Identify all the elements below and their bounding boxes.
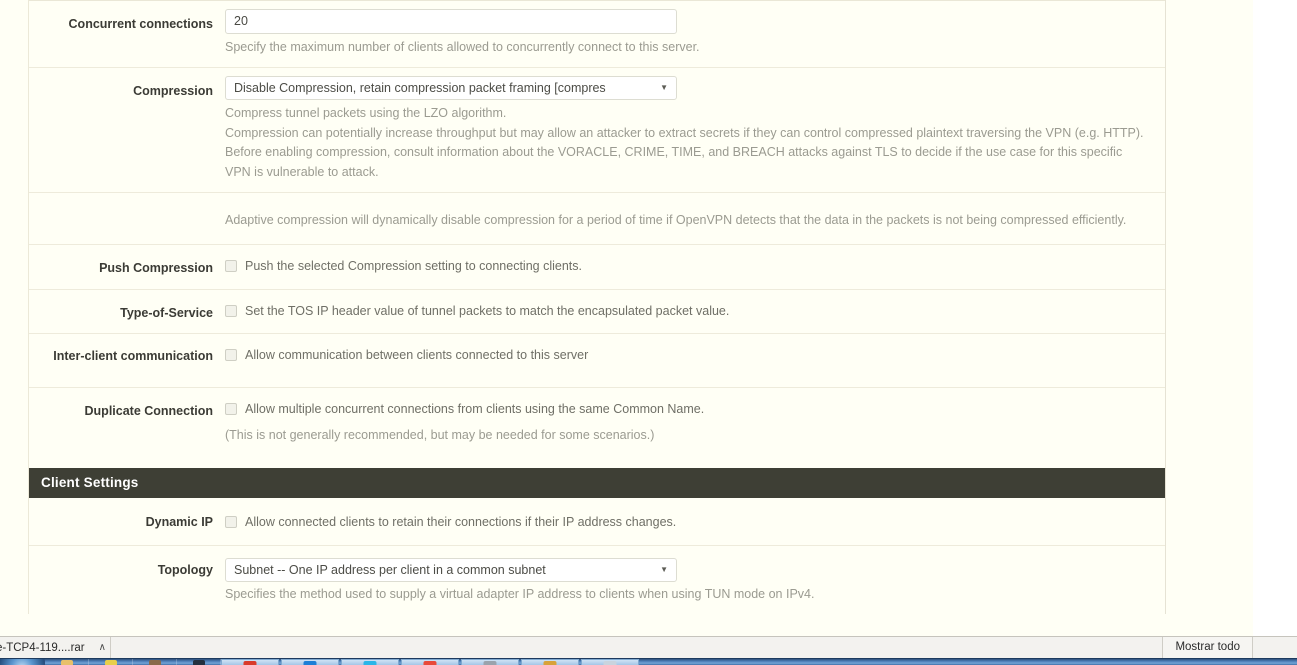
duplicate-connection-checkbox[interactable] [225,402,237,415]
form-row-adaptive-compression-note: Adaptive compression will dynamically di… [29,192,1165,246]
label-concurrent-connections: Concurrent connections [68,17,213,31]
checkline-inter-client-communication: Allow communication between clients conn… [225,342,1165,365]
compression-select-value: Disable Compression, retain compression … [234,81,606,96]
taskbar-button-app-10[interactable] [521,659,579,665]
form-row-push-compression: Push Compression Push the selected Compr… [29,245,1165,290]
form-row-duplicate-connection: Duplicate Connection Allow multiple conc… [29,387,1165,461]
label-dynamic-ip: Dynamic IP [145,514,213,529]
help-topology: Specifies the method used to supply a vi… [225,586,815,601]
control-topology: Subnet -- One IP address per client in a… [225,546,1165,614]
chevron-up-icon[interactable]: ∧ [99,642,106,653]
checkline-push-compression: Push the selected Compression setting to… [225,253,1165,276]
section-header-client-settings: Client Settings [29,467,1165,498]
download-bar: e-TCP4-119....rar ∧ Mostrar todo [0,636,1297,658]
taskbar-button-app-11[interactable] [581,659,639,665]
label-topology: Topology [157,562,213,577]
label-adaptive-compression-note [29,193,225,217]
start-button[interactable] [0,659,45,665]
control-compression: Disable Compression, retain compression … [225,68,1165,192]
compression-select[interactable]: Disable Compression, retain compression … [225,76,677,101]
form-row-dynamic-ip: Dynamic IP Allow connected clients to re… [29,497,1165,546]
control-duplicate-connection: Allow multiple concurrent connections fr… [225,388,1165,461]
taskbar-icon-app-4[interactable] [177,659,221,665]
taskbar-button-app-9[interactable] [461,659,519,665]
form-row-topology: Topology Subnet -- One IP address per cl… [29,545,1165,614]
topology-select-value: Subnet -- One IP address per client in a… [234,562,546,577]
form-row-inter-client-communication: Inter-client communication Allow communi… [29,334,1165,388]
push-compression-checkbox-label: Push the selected Compression setting to… [245,259,582,274]
client-settings-section-wrap: Client Settings [29,460,1165,498]
download-item[interactable]: e-TCP4-119....rar ∧ [0,637,111,658]
page-right-gutter [1253,0,1297,636]
type-of-service-checkbox[interactable] [225,304,237,317]
control-inter-client-communication: Allow communication between clients conn… [225,334,1165,387]
windows-taskbar [0,658,1297,665]
label-compression: Compression [133,84,213,99]
concurrent-connections-input[interactable] [225,9,677,34]
taskbar-button-opera[interactable] [221,659,279,665]
clipped-row-above [29,0,1165,1]
taskbar-icon-explorer[interactable] [45,659,89,665]
form-row-type-of-service: Type-of-Service Set the TOS IP header va… [29,289,1165,334]
help-compression-line1: Compress tunnel packets using the LZO al… [225,106,507,121]
control-dynamic-ip: Allow connected clients to retain their … [225,498,1165,545]
taskbar-empty-area [641,659,1297,665]
taskbar-button-skype[interactable] [341,659,399,665]
form-row-compression: Compression Disable Compression, retain … [29,68,1165,193]
taskbar-icon-media-player[interactable] [89,659,133,665]
push-compression-checkbox[interactable] [225,260,237,273]
checkline-type-of-service: Set the TOS IP header value of tunnel pa… [225,298,1165,321]
taskbar-button-pdf[interactable] [401,659,459,665]
label-type-of-service: Type-of-Service [120,305,213,320]
help-concurrent-connections: Specify the maximum number of clients al… [225,40,700,54]
inter-client-communication-checkbox-label: Allow communication between clients conn… [245,348,589,362]
duplicate-connection-checkbox-label: Allow multiple concurrent connections fr… [245,401,705,416]
openvpn-settings-panel: Concurrent connections Specify the maxim… [28,0,1166,614]
help-compression-line2: Compression can potentially increase thr… [225,125,1144,179]
browser-viewport: Concurrent connections Specify the maxim… [0,0,1253,636]
checkline-duplicate-connection: Allow multiple concurrent connections fr… [225,396,1165,419]
form-row-concurrent-connections: Concurrent connections Specify the maxim… [29,1,1165,69]
taskbar-button-app-6[interactable] [281,659,339,665]
download-item-name: e-TCP4-119....rar [0,641,85,654]
checkline-dynamic-ip: Allow connected clients to retain their … [225,509,1165,532]
control-adaptive-compression-note: Adaptive compression will dynamically di… [225,193,1165,244]
show-all-downloads-button[interactable]: Mostrar todo [1162,637,1253,658]
topology-select[interactable]: Subnet -- One IP address per client in a… [225,557,677,582]
label-inter-client-communication: Inter-client communication [53,349,213,363]
dynamic-ip-checkbox-label: Allow connected clients to retain their … [245,514,677,529]
type-of-service-checkbox-label: Set the TOS IP header value of tunnel pa… [245,303,730,318]
help-adaptive-compression: Adaptive compression will dynamically di… [225,212,1127,227]
taskbar-icon-app-3[interactable] [133,659,177,665]
control-type-of-service: Set the TOS IP header value of tunnel pa… [225,290,1165,331]
control-concurrent-connections: Specify the maximum number of clients al… [225,1,1165,67]
label-push-compression: Push Compression [99,261,213,276]
chevron-down-icon: ▼ [660,83,668,93]
control-push-compression: Push the selected Compression setting to… [225,245,1165,286]
duplicate-connection-subnote: (This is not generally recommended, but … [225,427,655,442]
help-compression: Compress tunnel packets using the LZO al… [225,100,1147,182]
inter-client-communication-checkbox[interactable] [225,349,237,361]
screen: Concurrent connections Specify the maxim… [0,0,1297,665]
label-duplicate-connection: Duplicate Connection [84,403,213,418]
chevron-down-icon: ▼ [660,564,668,574]
dynamic-ip-checkbox[interactable] [225,515,237,528]
